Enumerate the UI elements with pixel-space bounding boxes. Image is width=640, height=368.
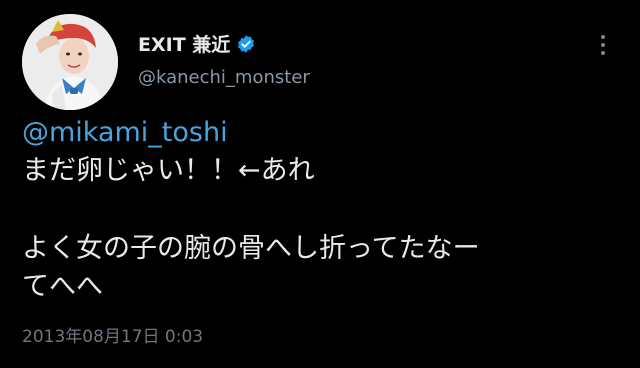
tweet-line: まだ卵じゃい！！←あれ <box>22 155 315 186</box>
more-vertical-icon-dot <box>601 51 605 55</box>
more-options-button[interactable] <box>590 28 616 62</box>
more-vertical-icon <box>601 35 605 39</box>
author-avatar[interactable] <box>22 14 118 110</box>
tweet-card: EXIT 兼近 @kanechi_monster @mikami_toshi ま… <box>0 0 640 368</box>
author-name[interactable]: EXIT 兼近 <box>138 30 230 57</box>
tweet-timestamp[interactable]: 2013年08月17日 0:03 <box>22 322 203 347</box>
author-handle[interactable]: @kanechi_monster <box>138 67 310 88</box>
author-name-row: EXIT 兼近 <box>138 30 256 57</box>
verified-badge-icon <box>238 34 255 53</box>
more-vertical-icon-dot <box>601 43 605 47</box>
tweet-line: よく女の子の腕の骨へし折ってたなー <box>22 233 480 264</box>
mention-link[interactable]: @mikami_toshi <box>22 114 622 152</box>
avatar-photo-icon <box>22 14 118 110</box>
tweet-text: @mikami_toshi まだ卵じゃい！！←あれ よく女の子の腕の骨へし折って… <box>22 114 622 306</box>
tweet-line: てへへ <box>22 271 103 302</box>
